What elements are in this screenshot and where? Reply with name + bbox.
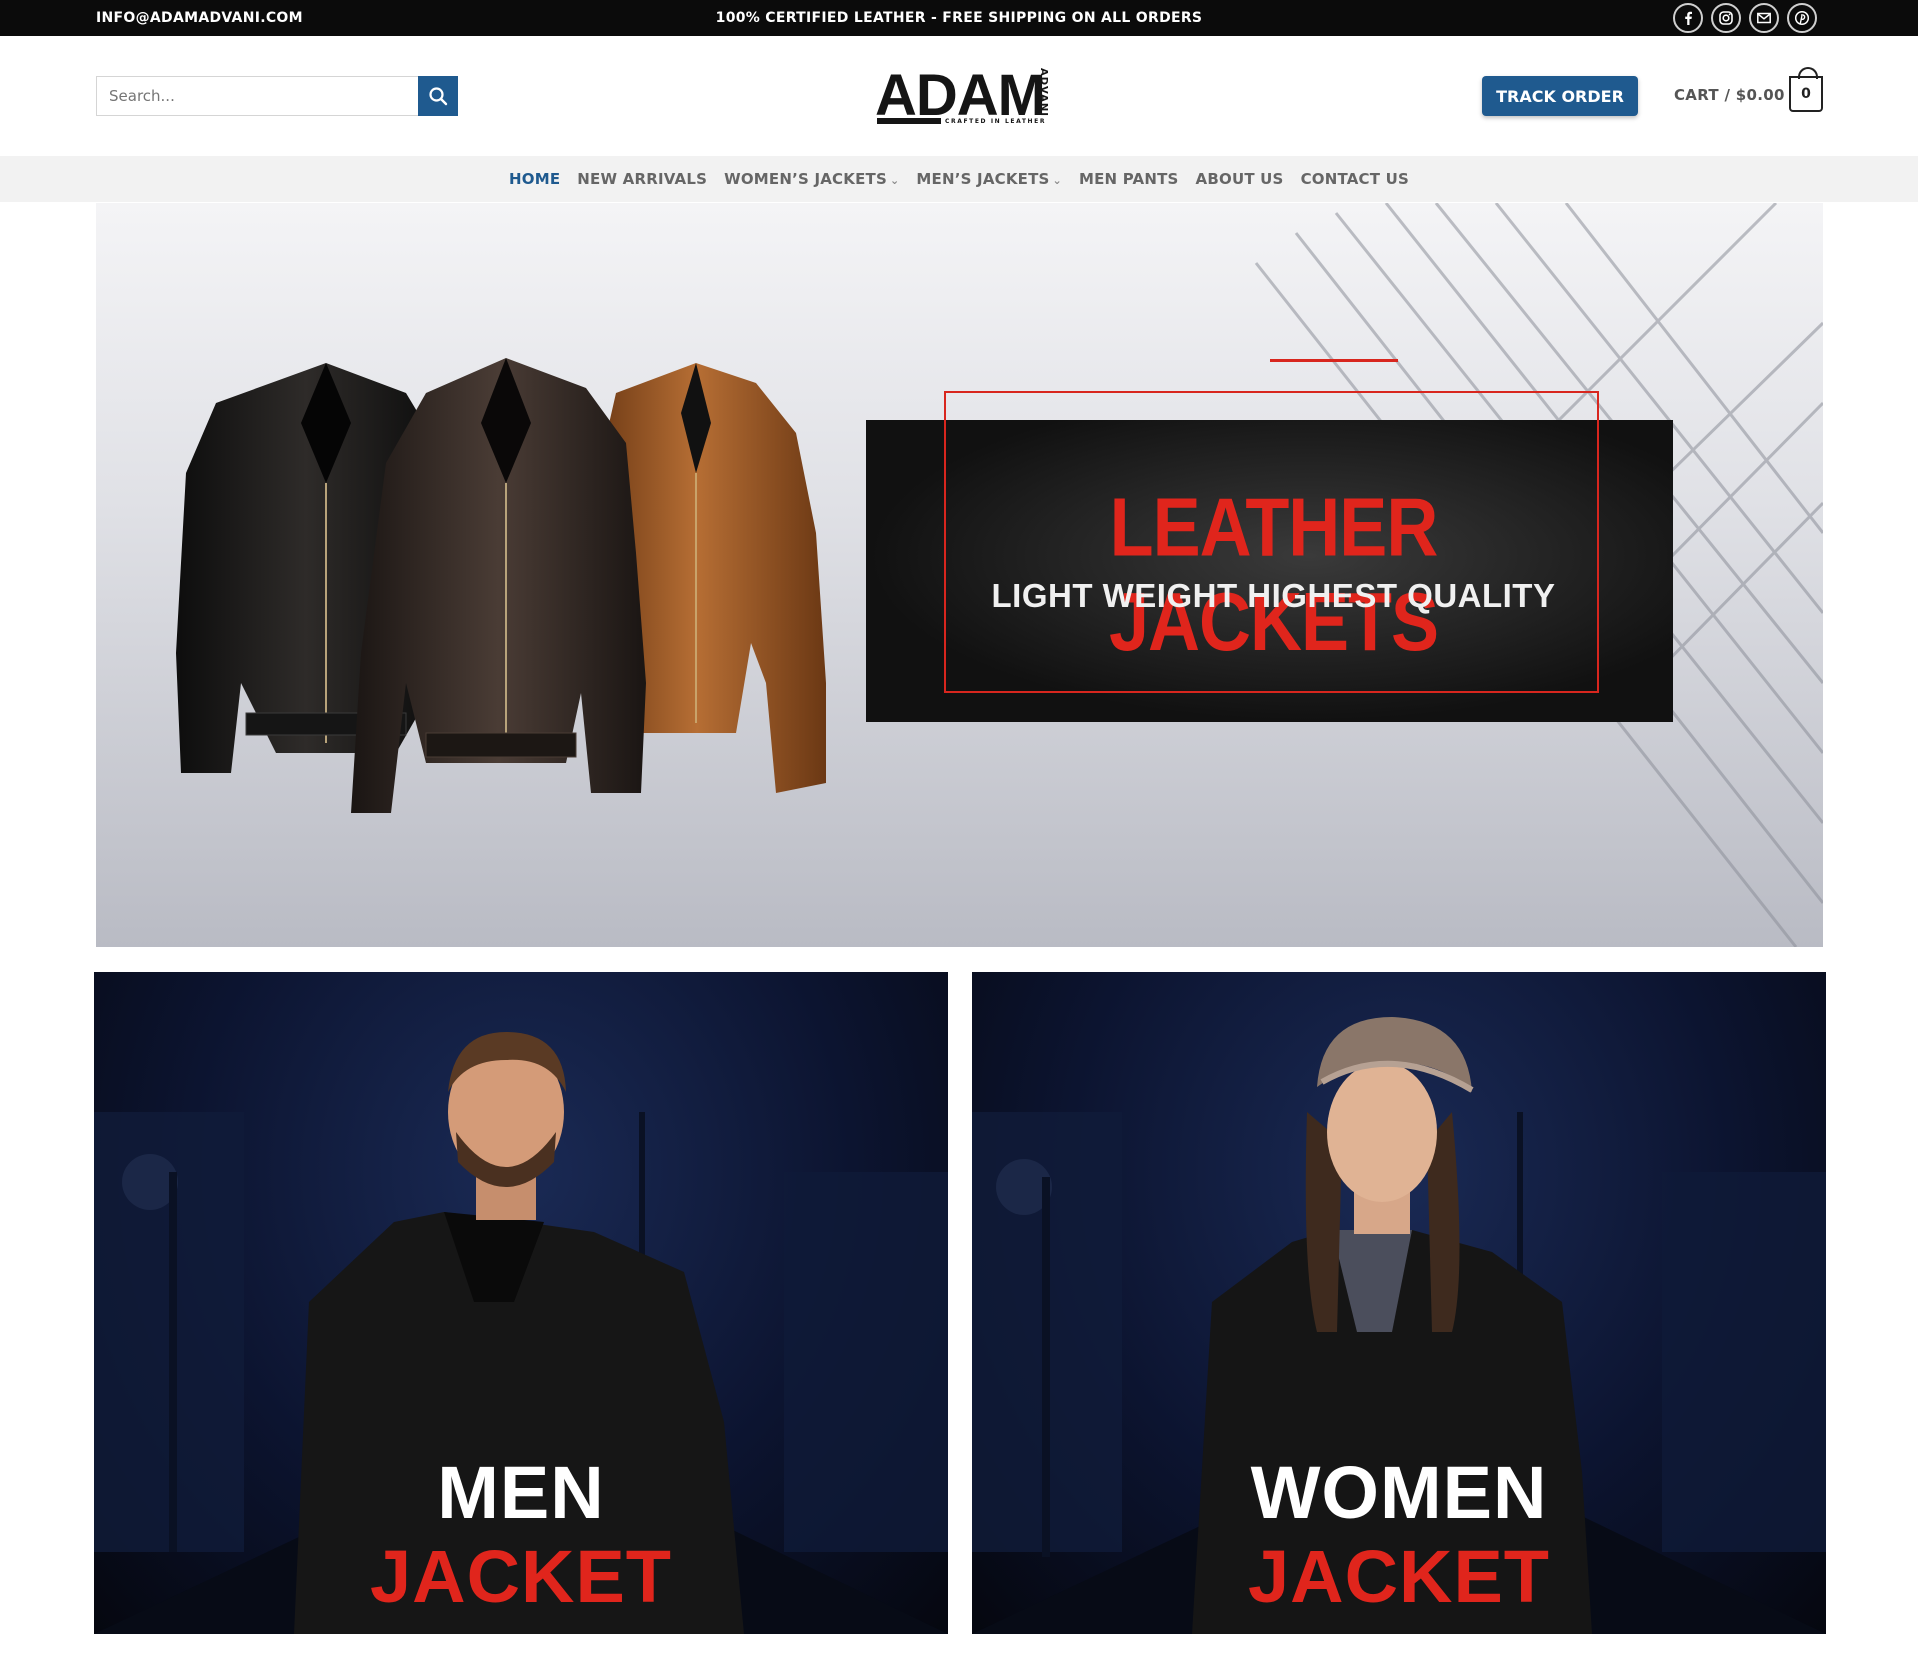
- category-men-title: MEN: [437, 1451, 605, 1534]
- search-input[interactable]: [96, 76, 418, 116]
- hero-accent-line: [1270, 359, 1398, 362]
- hero-subtitle: LIGHT WEIGHT HIGHEST QUALITY: [991, 577, 1556, 614]
- nav-item-contact-us[interactable]: CONTACT US: [1301, 170, 1409, 188]
- search-form: [96, 76, 458, 116]
- chevron-down-icon: ⌄: [889, 174, 900, 187]
- logo-tagline: CRAFTED IN LEATHER: [945, 118, 1047, 125]
- site-header: ADAM ADVANI CRAFTED IN LEATHER TRACK ORD…: [0, 36, 1918, 156]
- category-women-subtitle: JACKET: [1247, 1535, 1551, 1618]
- cart-link[interactable]: CART / $0.00: [1674, 86, 1785, 104]
- cart-count-badge[interactable]: 0: [1789, 67, 1823, 112]
- category-card-men[interactable]: MEN JACKET: [94, 972, 948, 1634]
- search-icon: [429, 87, 448, 106]
- site-logo[interactable]: ADAM ADVANI CRAFTED IN LEATHER: [875, 66, 1050, 128]
- nav-item-womens-jackets[interactable]: WOMEN’S JACKETS ⌄: [724, 170, 899, 188]
- main-navigation: HOME NEW ARRIVALS WOMEN’S JACKETS ⌄ MEN’S…: [0, 156, 1918, 202]
- search-button[interactable]: [418, 76, 458, 116]
- track-order-button[interactable]: TRACK ORDER: [1482, 76, 1638, 116]
- email-icon[interactable]: [1749, 3, 1779, 33]
- logo-wordmark: ADAM: [875, 63, 1046, 128]
- nav-item-men-pants[interactable]: MEN PANTS: [1079, 170, 1179, 188]
- pinterest-icon[interactable]: [1787, 3, 1817, 33]
- instagram-icon[interactable]: [1711, 3, 1741, 33]
- nav-item-mens-jackets[interactable]: MEN’S JACKETS ⌄: [916, 170, 1062, 188]
- top-bar: INFO@ADAMADVANI.COM 100% CERTIFIED LEATH…: [0, 0, 1918, 36]
- nav-item-new-arrivals[interactable]: NEW ARRIVALS: [577, 170, 707, 188]
- category-card-women[interactable]: WOMEN JACKET: [972, 972, 1826, 1634]
- facebook-icon[interactable]: [1673, 3, 1703, 33]
- hero-title: LEATHER JACKETS: [1108, 481, 1439, 669]
- logo-underline: [877, 118, 941, 124]
- category-men-subtitle: JACKET: [369, 1535, 673, 1618]
- logo-side-text: ADVANI: [1038, 68, 1049, 117]
- leather-jackets-image: [176, 358, 826, 813]
- category-women-title: WOMEN: [1250, 1451, 1548, 1534]
- nav-item-about-us[interactable]: ABOUT US: [1196, 170, 1284, 188]
- hero-banner[interactable]: LEATHER JACKETS LIGHT WEIGHT HIGHEST QUA…: [96, 203, 1823, 947]
- nav-item-home[interactable]: HOME: [509, 170, 560, 188]
- chevron-down-icon: ⌄: [1052, 174, 1062, 187]
- promo-text: 100% CERTIFIED LEATHER - FREE SHIPPING O…: [715, 10, 1203, 26]
